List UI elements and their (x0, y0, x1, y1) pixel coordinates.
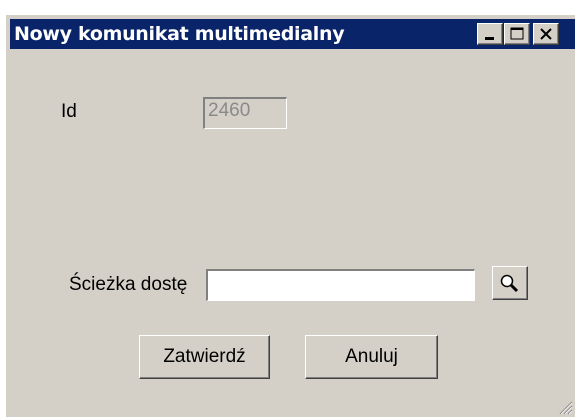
title-bar[interactable]: Nowy komunikat multimedialny (10, 19, 575, 49)
id-value: 2460 (208, 100, 251, 121)
maximize-icon (510, 27, 524, 40)
minimize-icon (485, 37, 494, 40)
cancel-button[interactable]: Anuluj (305, 335, 438, 379)
id-label: Id (61, 101, 77, 122)
minimize-button[interactable] (477, 23, 503, 45)
close-button[interactable] (533, 23, 559, 45)
dialog-window: Nowy komunikat multimedialny Id 2460 Ści… (6, 15, 575, 417)
window-title: Nowy komunikat multimedialny (14, 23, 345, 45)
maximize-button[interactable] (504, 23, 530, 45)
id-field: 2460 (203, 97, 287, 129)
magnifier-icon (500, 274, 519, 293)
browse-button[interactable] (492, 266, 528, 300)
path-input[interactable] (206, 269, 475, 301)
resize-grip-icon[interactable] (559, 401, 573, 415)
close-icon (540, 28, 552, 40)
confirm-button[interactable]: Zatwierdź (139, 335, 270, 379)
path-label: Ścieżka dostę (69, 274, 188, 295)
